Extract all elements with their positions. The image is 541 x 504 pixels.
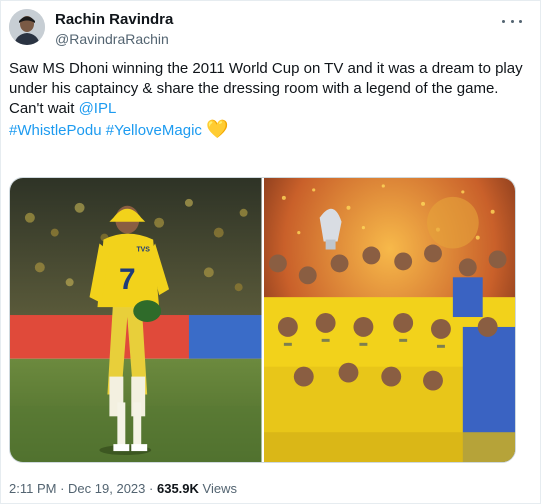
meta-separator: · (149, 481, 154, 496)
author-avatar[interactable] (9, 9, 45, 45)
tweet-metadata: 2:11 PM · Dec 19, 2023 · 635.9K Views (9, 481, 237, 497)
tweet-media[interactable]: 7 TVS (9, 177, 516, 463)
photo-dhoni-fielding[interactable]: 7 TVS (10, 178, 262, 462)
hashtag-whistlepodu[interactable]: #WhistlePodu (9, 122, 102, 139)
dhoni-shirt-sponsor: TVS (136, 246, 150, 253)
author-handle[interactable]: @RavindraRachin (55, 30, 173, 48)
celebration-photo-art (263, 178, 515, 462)
author-display-name[interactable]: Rachin Ravindra (55, 11, 173, 29)
tweet-line-2: Can't wait @IPL (9, 99, 524, 119)
dhoni-photo-art: 7 TVS (10, 178, 262, 462)
photo-csk-celebration[interactable] (263, 178, 515, 462)
more-dot (502, 19, 505, 23)
yellow-heart-emoji-icon: 💛 (206, 119, 229, 139)
mention-ipl[interactable]: @IPL (79, 100, 117, 117)
more-dot (510, 19, 514, 23)
tweet-header: Rachin Ravindra @RavindraRachin (9, 9, 534, 49)
tweet-text: Saw MS Dhoni winning the 2011 World Cup … (9, 59, 524, 141)
tweet-line-3: #WhistlePodu #YelloveMagic 💛 (9, 119, 524, 141)
tweet-date[interactable]: Dec 19, 2023 (68, 481, 145, 496)
tweet-line-2-prefix: Can't wait (9, 100, 79, 117)
views-count: 635.9K (156, 481, 199, 496)
hashtag-yellovemagic[interactable]: #YelloveMagic (106, 122, 202, 139)
views-label: Views (202, 481, 237, 496)
tweet-line-1: Saw MS Dhoni winning the 2011 World Cup … (9, 60, 523, 97)
tweet-card[interactable]: Rachin Ravindra @RavindraRachin Saw MS D… (0, 0, 541, 504)
meta-separator: · (60, 481, 65, 496)
tweet-time[interactable]: 2:11 PM (9, 481, 56, 496)
more-horizontal-icon[interactable] (502, 13, 522, 29)
author-names: Rachin Ravindra @RavindraRachin (55, 11, 173, 48)
more-dot (519, 19, 522, 23)
avatar-image (9, 9, 45, 45)
dhoni-shirt-number: 7 (119, 263, 136, 296)
